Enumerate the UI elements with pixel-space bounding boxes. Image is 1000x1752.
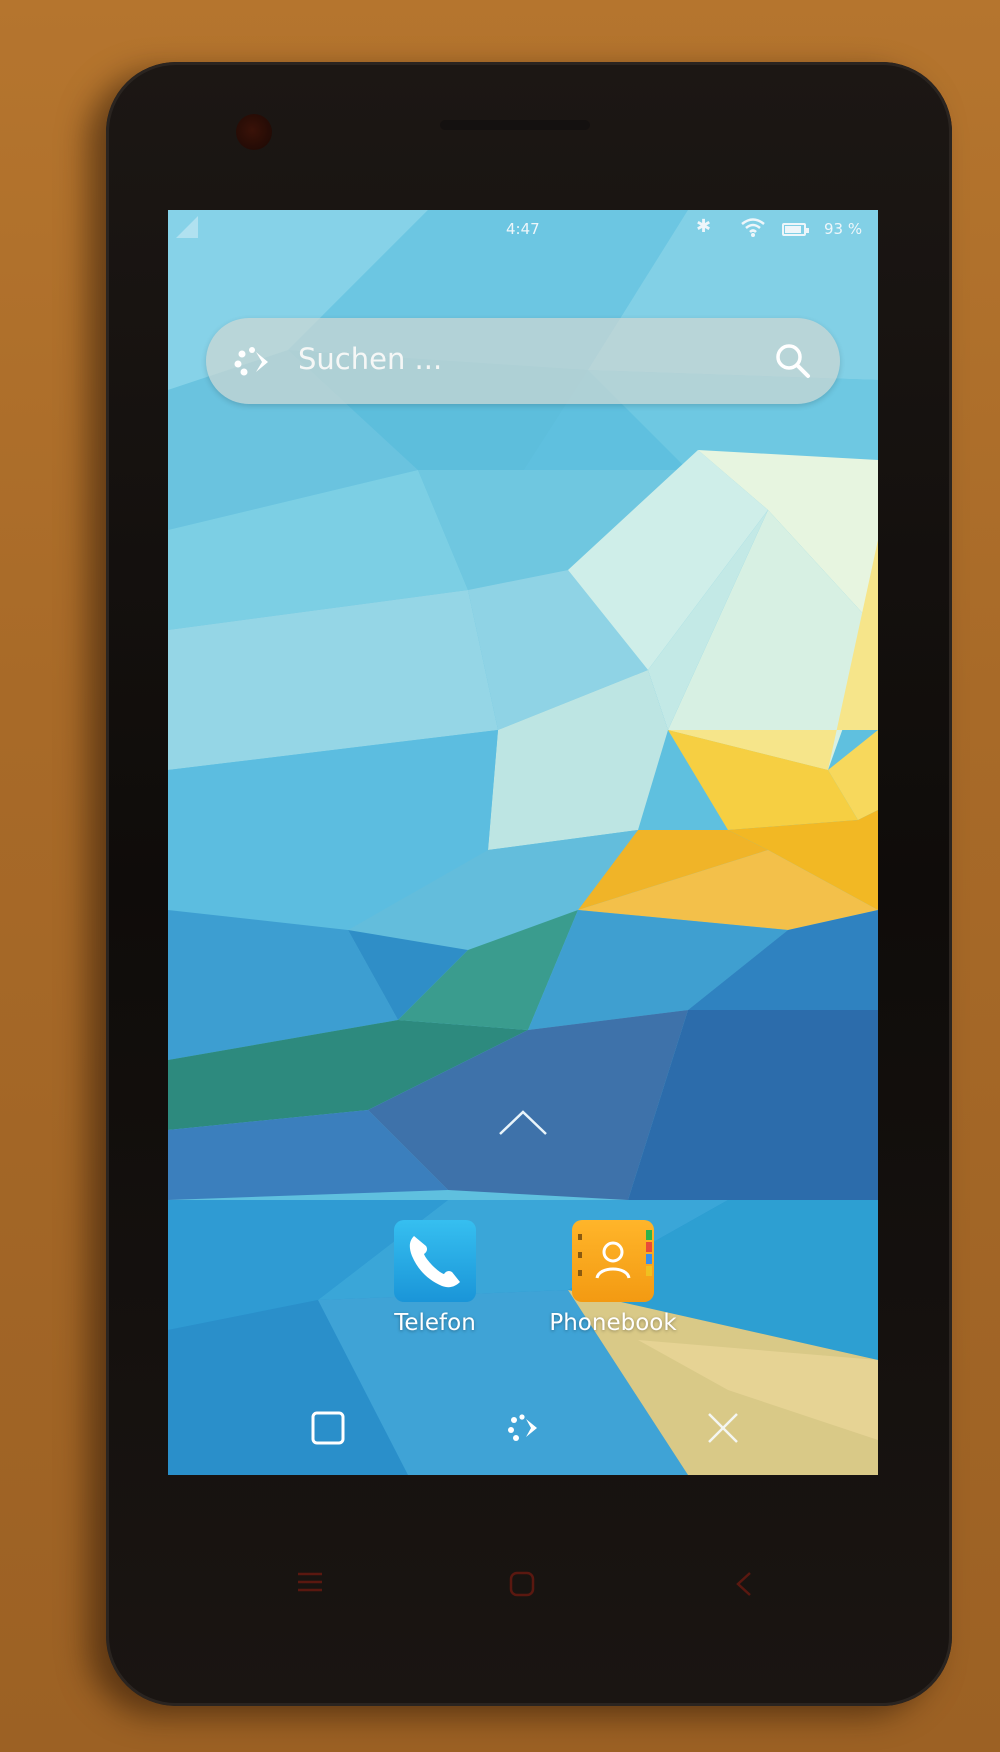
status-bar: 4:47 ✱ 93 % [168,210,878,250]
search-input[interactable]: Suchen ... [298,342,442,376]
battery-icon [782,223,809,236]
battery-percent: 93 % [824,220,863,238]
signal-icon [176,216,198,238]
front-camera [236,114,272,150]
launcher-icon[interactable] [504,1410,544,1450]
hardware-keys [168,1560,878,1620]
app-phonebook[interactable]: Phonebook [538,1220,688,1336]
app-label-telefon: Telefon [394,1310,476,1336]
bluetooth-icon: ✱ [696,216,712,237]
plasma-launcher-icon [232,342,276,386]
home-screen: 4:47 ✱ 93 % Suchen ... Telefon Phonebook [168,210,878,1475]
status-time: 4:47 [506,220,540,238]
earpiece-speaker [440,120,590,130]
home-key-icon[interactable] [508,1570,536,1602]
menu-key-icon[interactable] [296,1570,324,1598]
back-key-icon[interactable] [734,1570,754,1602]
wifi-icon [740,216,766,242]
chevron-up-icon[interactable] [498,1108,548,1142]
contacts-book-icon [572,1220,654,1302]
close-icon[interactable] [705,1410,741,1450]
phone-icon [394,1220,476,1302]
search-bar[interactable]: Suchen ... [206,318,840,404]
window-switcher-icon[interactable] [310,1410,346,1450]
search-icon[interactable] [772,340,814,386]
app-label-phonebook: Phonebook [549,1310,677,1336]
navigation-bar [168,1400,878,1475]
app-telefon[interactable]: Telefon [360,1220,510,1336]
